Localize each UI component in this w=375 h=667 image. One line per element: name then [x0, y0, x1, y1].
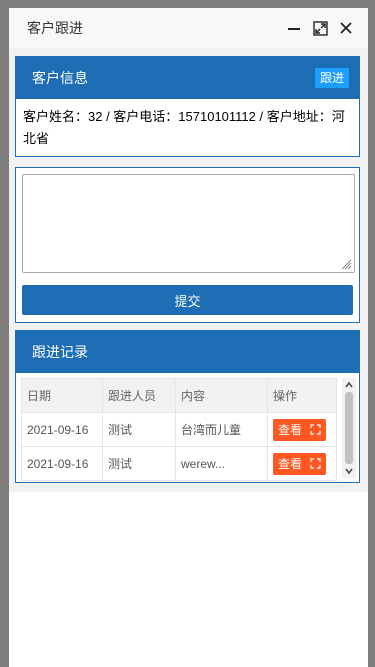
follow-records-heading: 跟进记录 — [32, 344, 88, 360]
table-scrollbar[interactable] — [342, 378, 356, 478]
follow-note-textarea[interactable] — [22, 174, 355, 273]
column-header-action: 操作 — [267, 378, 337, 413]
customer-info-heading: 客户信息 — [32, 70, 88, 86]
row-date: 2021-09-16 — [21, 446, 103, 481]
scroll-up-icon[interactable] — [344, 380, 354, 390]
row-date: 2021-09-16 — [21, 412, 103, 447]
follow-button[interactable]: 跟进 — [314, 68, 349, 88]
records-table: 日期 跟进人员 内容 操作 2021-09-16 测试 台湾而儿童 查看 202… — [21, 378, 337, 481]
row-action: 查看 — [267, 412, 337, 447]
expand-icon — [310, 424, 321, 435]
dialog-titlebar: 客户跟进 — [9, 8, 368, 49]
follow-up-dialog: 客户跟进 客户信息 跟进 客户姓名：32 / 客户电话：15710101112 … — [9, 8, 368, 667]
close-icon[interactable] — [338, 20, 354, 36]
submit-button[interactable]: 提交 — [22, 285, 353, 315]
customer-info-panel: 客户信息 跟进 客户姓名：32 / 客户电话：15710101112 / 客户地… — [15, 56, 360, 157]
table-header-row: 日期 跟进人员 内容 操作 — [21, 378, 337, 413]
column-header-content: 内容 — [175, 378, 268, 413]
customer-info-header: 客户信息 跟进 — [16, 57, 359, 99]
scroll-thumb[interactable] — [345, 392, 353, 464]
view-button[interactable]: 查看 — [273, 452, 327, 475]
row-content: werew... — [175, 446, 268, 481]
view-button-label: 查看 — [278, 423, 303, 437]
row-person: 测试 — [102, 412, 176, 447]
records-table-wrap: 日期 跟进人员 内容 操作 2021-09-16 测试 台湾而儿童 查看 202… — [16, 373, 359, 486]
follow-records-header: 跟进记录 — [16, 331, 359, 373]
table-row: 2021-09-16 测试 台湾而儿童 查看 — [21, 412, 337, 447]
follow-form-panel: 提交 — [15, 167, 360, 323]
scroll-down-icon[interactable] — [344, 466, 354, 476]
table-row: 2021-09-16 测试 werew... 查看 — [21, 446, 337, 481]
maximize-icon[interactable] — [312, 20, 328, 36]
window-controls — [286, 20, 354, 36]
follow-records-panel: 跟进记录 日期 跟进人员 内容 操作 2021-09-16 测试 台湾而儿童 查… — [15, 330, 360, 483]
row-person: 测试 — [102, 446, 176, 481]
dialog-title: 客户跟进 — [27, 20, 83, 36]
column-header-person: 跟进人员 — [102, 378, 176, 413]
row-content: 台湾而儿童 — [175, 412, 268, 447]
expand-icon — [310, 458, 321, 469]
minimize-icon[interactable] — [286, 20, 302, 36]
row-action: 查看 — [267, 446, 337, 481]
column-header-date: 日期 — [21, 378, 103, 413]
view-button-label: 查看 — [278, 457, 303, 471]
dialog-content: 客户信息 跟进 客户姓名：32 / 客户电话：15710101112 / 客户地… — [9, 49, 368, 492]
resize-grip-icon[interactable] — [340, 258, 352, 270]
customer-detail: 客户姓名：32 / 客户电话：15710101112 / 客户地址：河北省 — [23, 109, 345, 146]
view-button[interactable]: 查看 — [273, 418, 327, 441]
